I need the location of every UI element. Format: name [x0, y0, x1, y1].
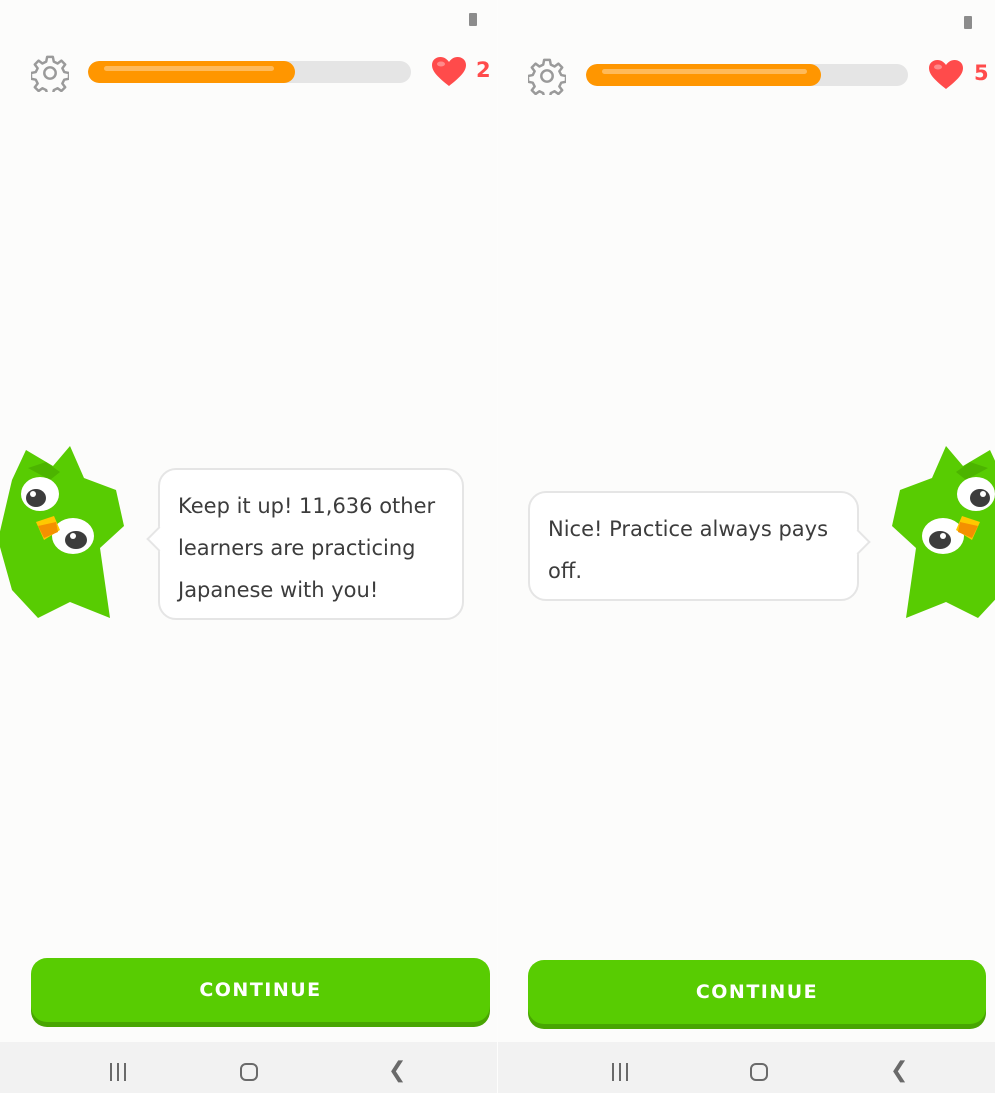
home-icon[interactable] — [750, 1063, 768, 1081]
battery-icon — [964, 16, 972, 29]
system-nav-bar: ❮ — [0, 1042, 497, 1093]
battery-icon — [469, 13, 477, 26]
system-nav-bar: ❮ — [498, 1042, 995, 1093]
heart-icon — [431, 56, 467, 88]
hearts-count: 5 — [974, 61, 989, 85]
gear-icon[interactable] — [528, 57, 566, 95]
recent-apps-icon[interactable] — [108, 1063, 128, 1081]
hearts-count: 2 — [476, 58, 491, 82]
lesson-progress-bar — [586, 64, 908, 86]
message-text: Keep it up! 11,636 other learners are pr… — [178, 494, 436, 602]
home-icon[interactable] — [240, 1063, 258, 1081]
speech-bubble-tail — [845, 529, 871, 555]
continue-button[interactable]: CONTINUE — [528, 960, 986, 1024]
speech-bubble-tail — [146, 526, 172, 552]
progress-highlight — [602, 69, 807, 74]
speech-bubble: Keep it up! 11,636 other learners are pr… — [146, 468, 464, 620]
lesson-screen-2: 5 Nice! Practice always pays off. CONTIN… — [498, 0, 995, 1093]
progress-fill — [88, 61, 295, 83]
back-icon[interactable]: ❮ — [890, 1060, 908, 1082]
back-icon[interactable]: ❮ — [388, 1060, 406, 1082]
continue-button[interactable]: CONTINUE — [31, 958, 490, 1022]
gear-icon[interactable] — [31, 54, 69, 92]
owl-mascot — [888, 440, 995, 630]
heart-icon — [928, 59, 964, 91]
progress-highlight — [104, 66, 274, 71]
message-text: Nice! Practice always pays off. — [548, 517, 829, 583]
lesson-progress-bar — [88, 61, 411, 83]
owl-mascot — [0, 440, 128, 630]
progress-fill — [586, 64, 822, 86]
lesson-screen-1: 2 Keep it up! 11,636 other learners are … — [0, 0, 497, 1093]
speech-bubble: Nice! Practice always pays off. — [528, 491, 871, 601]
recent-apps-icon[interactable] — [610, 1063, 630, 1081]
